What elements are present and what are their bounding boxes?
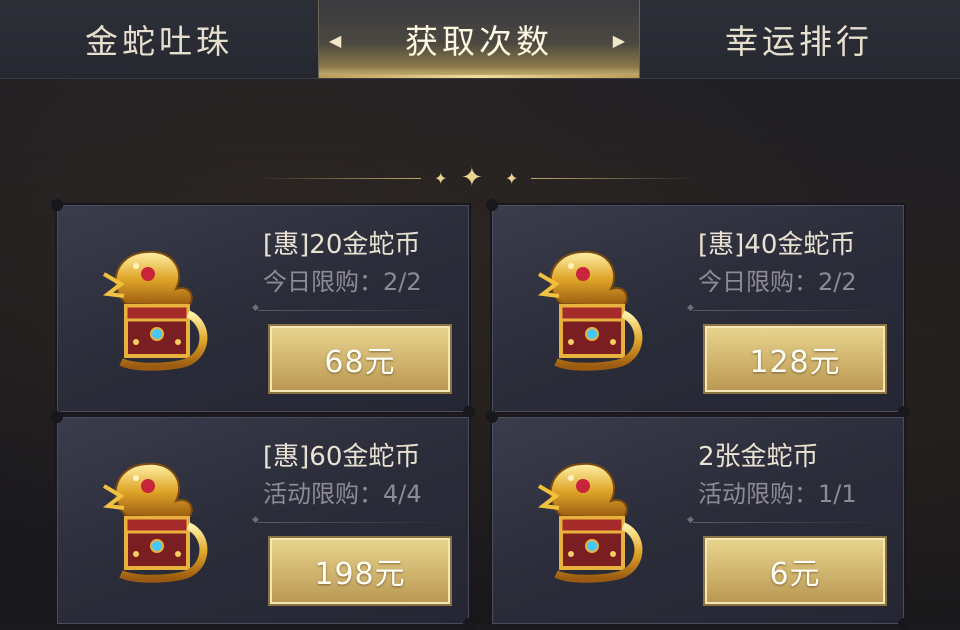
offer-title: [惠]60金蛇币 [263, 442, 421, 472]
purchase-limit: 活动限购：1/1 [698, 480, 857, 508]
tab-bar: 金蛇吐珠 ◀ 获取次数 ▶ 幸运排行 [0, 0, 960, 79]
tab-golden-snake-pearl[interactable]: 金蛇吐珠 [0, 0, 318, 78]
purchase-limit: 今日限购：2/2 [263, 268, 422, 296]
tab-label: 获取次数 [405, 22, 553, 61]
purchase-limit: 今日限购：2/2 [698, 268, 857, 296]
offer-title: [惠]40金蛇币 [698, 230, 856, 260]
golden-dragon-chest-icon [96, 244, 214, 374]
ornament-divider: ✦ ✦ ✦ [256, 163, 696, 193]
golden-dragon-chest-icon [96, 456, 214, 586]
tab-lucky-ranking[interactable]: 幸运排行 [638, 0, 960, 78]
golden-dragon-chest-icon [531, 456, 649, 586]
arrow-left-icon: ◀ [329, 31, 346, 50]
sparkle-icon: ✦ [505, 169, 519, 188]
card-separator [687, 515, 893, 525]
buy-button[interactable]: 68元 [268, 324, 452, 394]
offer-card: [惠]40金蛇币 今日限购：2/2 128元 [486, 199, 910, 418]
buy-button[interactable]: 128元 [703, 324, 887, 394]
tab-label: 金蛇吐珠 [85, 22, 233, 61]
card-separator [252, 515, 458, 525]
tab-get-attempts[interactable]: ◀ 获取次数 ▶ [318, 0, 640, 78]
golden-dragon-chest-icon [531, 244, 649, 374]
card-separator [252, 303, 458, 313]
offer-card: [惠]60金蛇币 活动限购：4/4 198元 [51, 411, 475, 630]
buy-button[interactable]: 6元 [703, 536, 887, 606]
offer-card: 2张金蛇币 活动限购：1/1 6元 [486, 411, 910, 630]
sparkle-icon: ✦ [434, 169, 448, 188]
offer-title: [惠]20金蛇币 [263, 230, 421, 260]
buy-button[interactable]: 198元 [268, 536, 452, 606]
offer-card: [惠]20金蛇币 今日限购：2/2 68元 [51, 199, 475, 418]
sparkle-icon: ✦ [461, 163, 483, 193]
card-separator [687, 303, 893, 313]
arrow-right-icon: ▶ [612, 31, 629, 50]
offer-title: 2张金蛇币 [698, 442, 819, 472]
divider-line [256, 178, 421, 179]
divider-line [531, 178, 696, 179]
purchase-limit: 活动限购：4/4 [263, 480, 422, 508]
tab-label: 幸运排行 [725, 22, 873, 61]
